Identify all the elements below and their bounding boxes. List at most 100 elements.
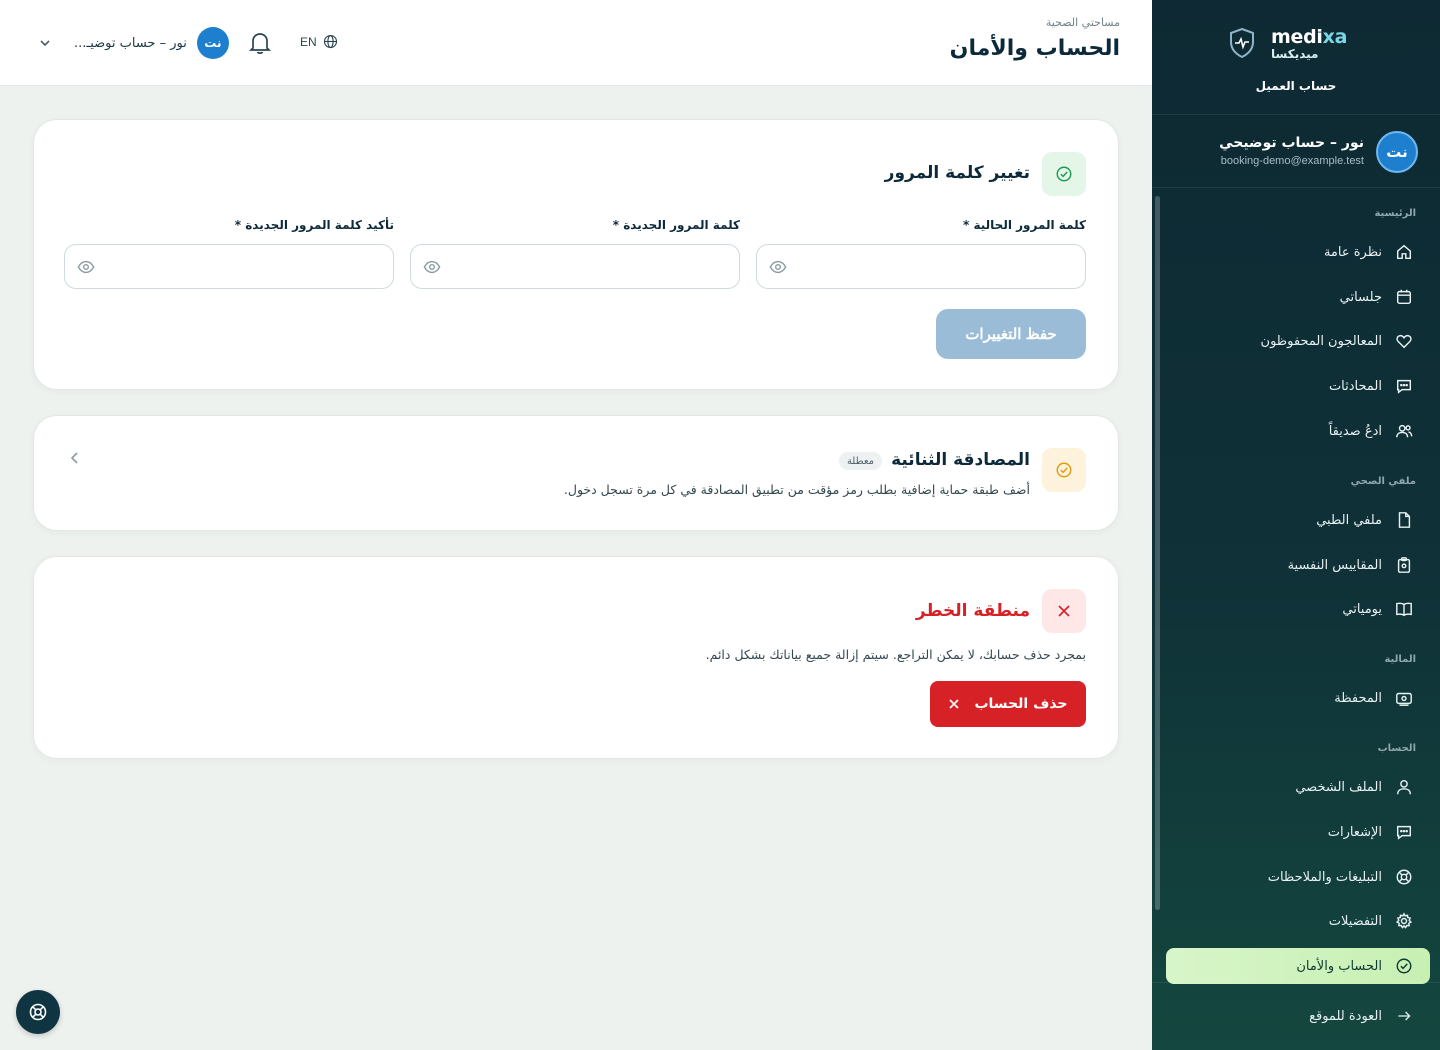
- sidebar-item-label: جلساتي: [1339, 289, 1382, 305]
- heart-icon: [1394, 331, 1414, 351]
- card-description: بمجرد حذف حسابك، لا يمكن التراجع. سيتم إ…: [705, 647, 1086, 662]
- sidebar-item-label: المقاييس النفسية: [1287, 557, 1382, 573]
- sidebar-user-email: booking-demo@example.test: [1220, 155, 1364, 167]
- brand: medixa ميديكسا حساب العميل: [1152, 24, 1440, 94]
- sidebar-scrollbar[interactable]: [1155, 196, 1160, 910]
- top-header: مساحتي الصحية الحساب والأمان EN نور – حس…: [0, 0, 1152, 86]
- gear-icon: [1394, 911, 1414, 931]
- header-user-name: نور – حساب توضيـ...: [74, 35, 187, 51]
- header-user-menu[interactable]: نور – حساب توضيـ... نت: [38, 27, 229, 59]
- globe-icon: [323, 34, 337, 49]
- section-title-account: الحساب: [1377, 743, 1416, 754]
- sidebar-item-account-security[interactable]: الحساب والأمان: [1166, 948, 1430, 984]
- avatar: نت: [1376, 131, 1418, 173]
- brand-name: medixa: [1271, 26, 1348, 48]
- breadcrumb[interactable]: مساحتي الصحية: [1046, 16, 1120, 29]
- confirm-password-label: تأكيد كلمة المرور الجديدة *: [234, 218, 394, 232]
- lifebuoy-icon: [1394, 867, 1414, 887]
- sidebar-item-saved-therapists[interactable]: المعالجون المحفوظون: [1166, 323, 1430, 359]
- sidebar-item-journal[interactable]: يومياتي: [1166, 591, 1430, 627]
- sidebar: medixa ميديكسا حساب العميل نت نور – حساب…: [1152, 0, 1440, 1050]
- current-password-label: كلمة المرور الحالية *: [963, 218, 1086, 232]
- section-title-health-file: ملفي الصحي: [1350, 476, 1416, 487]
- sidebar-item-label: ملفي الطبي: [1316, 512, 1382, 528]
- sidebar-item-label: نظرة عامة: [1323, 244, 1382, 260]
- help-fab-button[interactable]: [16, 990, 60, 1034]
- sidebar-user-card[interactable]: نت نور – حساب توضيحي booking-demo@exampl…: [1152, 114, 1440, 188]
- eye-icon[interactable]: [423, 258, 441, 276]
- sidebar-item-invite-friend[interactable]: ادعُ صديقاً: [1166, 413, 1430, 449]
- shield-check-icon: [1042, 152, 1086, 196]
- sidebar-item-psych-scales[interactable]: المقاييس النفسية: [1166, 547, 1430, 583]
- clipboard-icon: [1394, 555, 1414, 575]
- sidebar-user-name: نور – حساب توضيحي: [1219, 135, 1364, 151]
- page-title: الحساب والأمان: [949, 36, 1120, 61]
- file-icon: [1394, 510, 1414, 530]
- close-icon: [949, 699, 960, 709]
- users-icon: [1394, 421, 1414, 441]
- sidebar-item-label: التبليغات والملاحظات: [1267, 869, 1382, 885]
- confirm-password-field[interactable]: [64, 244, 394, 289]
- sidebar-item-sessions[interactable]: جلساتي: [1166, 279, 1430, 315]
- sidebar-item-conversations[interactable]: المحادثات: [1166, 368, 1430, 404]
- language-switcher[interactable]: EN: [300, 34, 338, 49]
- sidebar-item-medical-file[interactable]: ملفي الطبي: [1166, 502, 1430, 538]
- sidebar-item-label: الإشعارات: [1327, 824, 1382, 840]
- sidebar-item-label: التفضيلات: [1328, 913, 1382, 929]
- account-type-label: حساب العميل: [1255, 79, 1337, 93]
- sidebar-item-profile[interactable]: الملف الشخصي: [1166, 769, 1430, 805]
- sidebar-item-label: الحساب والأمان: [1296, 958, 1382, 974]
- new-password-label: كلمة المرور الجديدة *: [612, 218, 740, 232]
- shield-heartbeat-icon: [1230, 28, 1254, 58]
- chevron-down-icon: [40, 40, 50, 47]
- current-password-field[interactable]: [756, 244, 1086, 289]
- language-label: EN: [300, 34, 317, 49]
- divider: [1152, 982, 1440, 983]
- sidebar-item-wallet[interactable]: المحفظة: [1166, 680, 1430, 716]
- wallet-icon: [1394, 688, 1414, 708]
- sidebar-item-label: المحفظة: [1334, 690, 1382, 706]
- sidebar-item-overview[interactable]: نظرة عامة: [1166, 234, 1430, 270]
- chat-icon: [1394, 822, 1414, 842]
- sidebar-item-label: المحادثات: [1328, 378, 1382, 394]
- new-password-field[interactable]: [410, 244, 740, 289]
- card-description: أضف طبقة حماية إضافية بطلب رمز مؤقت من ت…: [563, 482, 1030, 497]
- save-changes-button[interactable]: حفظ التغييرات: [936, 309, 1086, 359]
- card-title: تغيير كلمة المرور: [884, 163, 1030, 183]
- brand-arabic-name: ميديكسا: [1271, 47, 1319, 61]
- user-icon: [1394, 777, 1414, 797]
- arrow-right-icon: [1394, 1006, 1414, 1026]
- close-icon: [1042, 589, 1086, 633]
- card-title: منطقة الخطر: [915, 601, 1030, 621]
- bell-icon[interactable]: [248, 30, 272, 56]
- check-circle-icon: [1394, 956, 1414, 976]
- sidebar-item-notifications[interactable]: الإشعارات: [1166, 814, 1430, 850]
- card-title: المصادقة الثنائية: [891, 450, 1030, 470]
- sidebar-item-label: ادعُ صديقاً: [1328, 423, 1382, 439]
- home-icon: [1394, 242, 1414, 262]
- danger-zone-card: منطقة الخطر بمجرد حذف حسابك، لا يمكن الت…: [33, 556, 1119, 759]
- eye-icon[interactable]: [769, 258, 787, 276]
- book-icon: [1394, 599, 1414, 619]
- sidebar-item-preferences[interactable]: التفضيلات: [1166, 903, 1430, 939]
- sidebar-item-label: الملف الشخصي: [1295, 779, 1382, 795]
- back-to-site-link[interactable]: العودة للموقع: [1166, 998, 1430, 1034]
- status-badge: معطلة: [838, 452, 882, 470]
- section-title-main: الرئيسية: [1374, 208, 1416, 219]
- chevron-left-icon[interactable]: [68, 451, 82, 465]
- sidebar-item-label: المعالجون المحفوظون: [1260, 333, 1382, 349]
- two-factor-card[interactable]: المصادقة الثنائية معطلة أضف طبقة حماية إ…: [33, 415, 1119, 531]
- delete-account-button[interactable]: حذف الحساب: [930, 681, 1086, 727]
- avatar: نت: [196, 27, 229, 59]
- sidebar-item-reports[interactable]: التبليغات والملاحظات: [1166, 859, 1430, 895]
- shield-check-icon: [1042, 448, 1086, 492]
- eye-icon[interactable]: [77, 258, 95, 276]
- calendar-icon: [1394, 287, 1414, 307]
- change-password-card: تغيير كلمة المرور كلمة المرور الحالية * …: [33, 119, 1119, 390]
- back-link-label: العودة للموقع: [1309, 1008, 1382, 1024]
- section-title-finance: المالية: [1384, 654, 1416, 665]
- delete-account-label: حذف الحساب: [974, 696, 1068, 712]
- lifebuoy-icon: [29, 1003, 47, 1021]
- sidebar-item-label: يومياتي: [1342, 601, 1382, 617]
- chat-icon: [1394, 376, 1414, 396]
